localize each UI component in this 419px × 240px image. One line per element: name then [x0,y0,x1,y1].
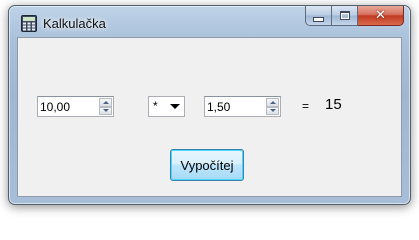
chevron-down-icon [170,104,180,109]
window-title: Kalkulačka [43,16,106,31]
operand1-spin-buttons [99,98,112,115]
calculator-icon [21,15,37,32]
equals-label: = [302,99,310,113]
close-icon: ✕ [375,8,386,23]
operand2-spin-buttons [266,98,279,115]
operand2-input[interactable] [207,99,267,114]
operand2-increment-button[interactable] [266,98,279,107]
minimize-icon [313,16,324,22]
caption-buttons: ✕ [305,6,404,28]
calculator-window: Kalkulačka ✕ * [8,5,411,205]
maximize-button[interactable] [332,6,358,26]
minimize-button[interactable] [305,6,332,26]
arrow-up-icon [269,100,276,104]
operand2-decrement-button[interactable] [266,106,279,115]
title-bar[interactable]: Kalkulačka ✕ [9,6,410,38]
operand1-input[interactable] [40,99,100,114]
operand1-increment-button[interactable] [99,98,112,107]
operator-select[interactable]: * [148,96,185,117]
close-button[interactable]: ✕ [358,6,404,26]
arrow-down-icon [269,109,276,113]
operand1-stepper[interactable] [37,96,114,117]
result-value: 15 [325,96,342,113]
maximize-icon [339,11,350,20]
operand1-decrement-button[interactable] [99,106,112,115]
arrow-up-icon [102,100,109,104]
compute-button[interactable]: Vypočítej [170,149,244,181]
client-area: * = 15 Vypočítej [17,37,402,197]
operand2-stepper[interactable] [204,96,281,117]
arrow-down-icon [102,109,109,113]
operator-value: * [153,99,158,113]
